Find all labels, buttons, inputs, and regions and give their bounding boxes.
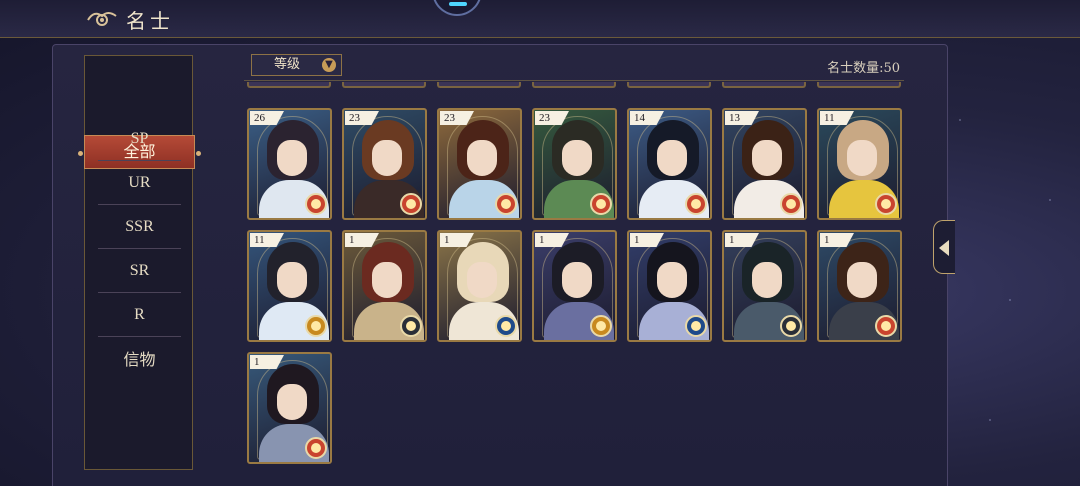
hero-count-value: 50 bbox=[883, 61, 900, 76]
hero-card[interactable]: 1 bbox=[532, 230, 617, 342]
top-center-ornament bbox=[432, 0, 482, 16]
fire-element-icon bbox=[685, 193, 707, 215]
hero-card[interactable]: 1 bbox=[627, 230, 712, 342]
hero-card[interactable]: 23 bbox=[342, 108, 427, 220]
hero-card[interactable]: 23 bbox=[437, 108, 522, 220]
sort-label: 等级 bbox=[274, 57, 301, 72]
page-title: 名士 bbox=[126, 9, 174, 33]
filter-ur[interactable]: UR bbox=[98, 161, 181, 205]
hero-card[interactable]: 1 bbox=[342, 230, 427, 342]
cloud-emblem-icon bbox=[87, 12, 117, 26]
fire-element-icon bbox=[875, 315, 897, 337]
dark-element-icon bbox=[780, 315, 802, 337]
fire-element-icon bbox=[305, 193, 327, 215]
fire-element-icon bbox=[305, 437, 327, 459]
divider bbox=[244, 80, 904, 81]
fire-element-icon bbox=[495, 193, 517, 215]
chevron-down-icon: ▼ bbox=[322, 58, 336, 72]
top-bar: 名士 bbox=[0, 0, 1080, 38]
hero-card-grid[interactable]: 26 23 23 23 14 13 11 11 1 1 1 1 1 1 1 bbox=[244, 82, 909, 477]
fire-element-icon bbox=[780, 193, 802, 215]
water-element-icon bbox=[685, 315, 707, 337]
gold-element-icon bbox=[590, 315, 612, 337]
hero-card[interactable]: 23 bbox=[532, 108, 617, 220]
hero-card[interactable]: 14 bbox=[627, 108, 712, 220]
dark-element-icon bbox=[400, 315, 422, 337]
side-expand-tab[interactable] bbox=[933, 220, 955, 274]
hero-card[interactable]: 1 bbox=[437, 230, 522, 342]
sort-dropdown[interactable]: 等级 ▼ bbox=[251, 54, 342, 76]
filter-sp[interactable]: SP bbox=[98, 117, 181, 161]
filter-sr[interactable]: SR bbox=[98, 249, 181, 293]
hero-card[interactable]: 1 bbox=[817, 230, 902, 342]
filter-sidebar: 全部 SP UR SSR SR R 信物 bbox=[78, 55, 201, 470]
fire-element-icon bbox=[875, 193, 897, 215]
hero-card[interactable]: 1 bbox=[247, 352, 332, 464]
hero-count-label: 名士数量: bbox=[827, 61, 884, 76]
filter-token[interactable]: 信物 bbox=[98, 339, 181, 383]
hero-card[interactable]: 13 bbox=[722, 108, 807, 220]
gold-element-icon bbox=[305, 315, 327, 337]
hero-card[interactable]: 11 bbox=[817, 108, 902, 220]
fire-element-icon bbox=[400, 193, 422, 215]
hero-card[interactable]: 11 bbox=[247, 230, 332, 342]
filter-ssr[interactable]: SSR bbox=[98, 205, 181, 249]
fire-element-icon bbox=[590, 193, 612, 215]
filter-r[interactable]: R bbox=[98, 293, 181, 337]
hero-card[interactable]: 1 bbox=[722, 230, 807, 342]
water-element-icon bbox=[495, 315, 517, 337]
hero-count: 名士数量:50 bbox=[827, 57, 900, 76]
chevron-left-icon bbox=[939, 240, 949, 256]
hero-card[interactable]: 26 bbox=[247, 108, 332, 220]
